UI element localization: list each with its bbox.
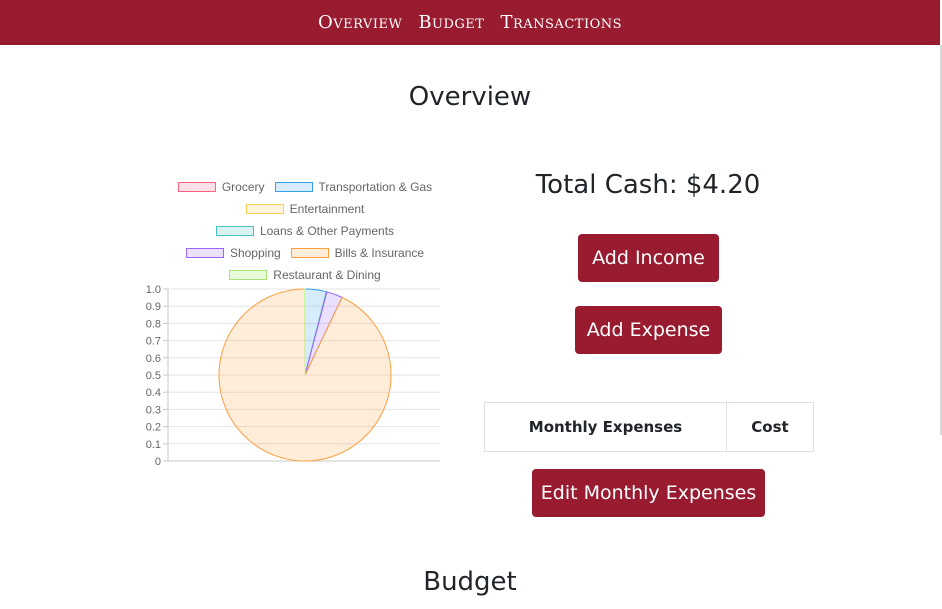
total-cash: Total Cash: $4.20 xyxy=(535,170,761,200)
y-tick-label: 0 xyxy=(155,456,161,468)
expense-pie-chart: 1.0 0.9 0.8 0.7 0.6 0.5 0.4 0.3 0.2 0.1 0 xyxy=(146,284,440,468)
legend-label-loans: Loans & Other Payments xyxy=(259,224,395,238)
legend-bills[interactable]: Bills & Insurance xyxy=(290,246,425,260)
edit-monthly-expenses-button[interactable]: Edit Monthly Expenses xyxy=(532,469,765,517)
nav-budget[interactable]: Budget xyxy=(418,12,484,33)
y-tick-label: 1.0 xyxy=(146,284,161,296)
table-header-row: Monthly Expenses Cost xyxy=(484,402,814,452)
legend-entertainment[interactable]: Entertainment xyxy=(245,202,365,216)
nav-transactions[interactable]: Transactions xyxy=(500,12,622,33)
legend-swatch-transportation xyxy=(274,182,313,192)
budget-title: Budget xyxy=(423,567,517,597)
y-tick-label: 0.1 xyxy=(146,439,161,451)
header-cost: Cost xyxy=(726,402,814,452)
legend-loans[interactable]: Loans & Other Payments xyxy=(215,224,395,238)
chart-legend: Grocery Transportation & Gas Entertainme… xyxy=(140,176,470,286)
nav-overview[interactable]: Overview xyxy=(318,12,402,33)
pie-slices xyxy=(218,288,392,462)
y-tick-label: 0.6 xyxy=(146,353,161,365)
legend-swatch-shopping xyxy=(185,248,224,258)
add-income-button[interactable]: Add Income xyxy=(578,234,719,282)
legend-grocery[interactable]: Grocery xyxy=(177,180,265,194)
legend-label-bills: Bills & Insurance xyxy=(334,246,425,260)
y-tick-label: 0.7 xyxy=(146,336,161,348)
legend-label-grocery: Grocery xyxy=(221,180,265,194)
legend-swatch-entertainment xyxy=(245,204,284,214)
legend-transportation[interactable]: Transportation & Gas xyxy=(274,180,433,194)
legend-label-shopping: Shopping xyxy=(229,246,281,260)
top-navbar: Overview Budget Transactions xyxy=(0,0,940,45)
y-tick-label: 0.4 xyxy=(146,387,161,399)
legend-label-transportation: Transportation & Gas xyxy=(318,180,433,194)
pie-slice-restaurant-dining[interactable] xyxy=(303,288,306,376)
y-tick-label: 0.5 xyxy=(146,370,161,382)
y-tick-label: 0.2 xyxy=(146,422,161,434)
legend-swatch-loans xyxy=(215,226,254,236)
y-tick-label: 0.8 xyxy=(146,318,161,330)
legend-shopping[interactable]: Shopping xyxy=(185,246,281,260)
header-monthly-expenses: Monthly Expenses xyxy=(484,402,727,452)
y-tick-label: 0.9 xyxy=(146,301,161,313)
legend-swatch-bills xyxy=(290,248,329,258)
legend-swatch-restaurant xyxy=(229,270,268,280)
y-tick-label: 0.3 xyxy=(146,404,161,416)
monthly-expenses-table: Monthly Expenses Cost xyxy=(484,402,814,452)
add-expense-button[interactable]: Add Expense xyxy=(575,306,722,354)
overview-title: Overview xyxy=(408,82,532,112)
legend-swatch-grocery xyxy=(177,182,216,192)
legend-label-entertainment: Entertainment xyxy=(289,202,365,216)
